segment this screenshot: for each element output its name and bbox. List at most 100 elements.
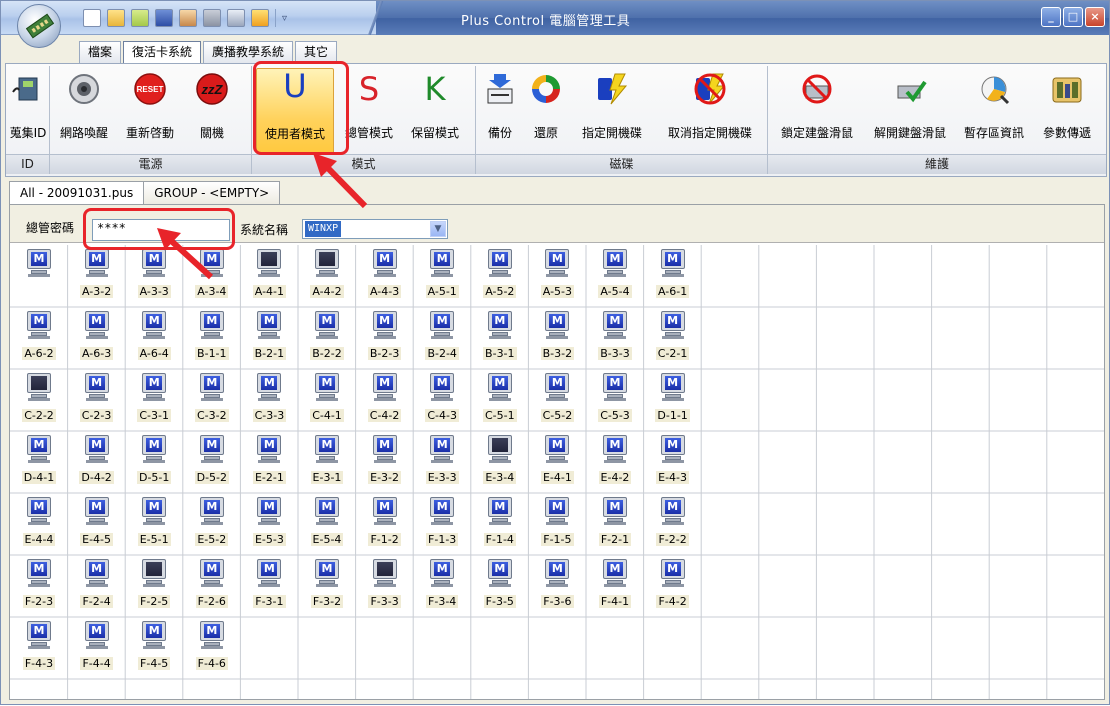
parameter-transfer-button[interactable]: 參數傳遞 (1034, 72, 1100, 150)
computer-item[interactable]: M F-4-5 (125, 617, 183, 679)
minimize-button[interactable]: _ (1041, 7, 1061, 27)
new-icon[interactable] (83, 9, 101, 27)
computer-item[interactable]: M E-4-4 (10, 493, 68, 555)
tab-group[interactable]: GROUP - <EMPTY> (143, 181, 281, 205)
computer-item[interactable]: M E-5-3 (240, 493, 298, 555)
computer-item[interactable]: M F-2-2 (644, 493, 702, 555)
computer-item[interactable]: M A-6-2 (10, 307, 68, 369)
computer-item[interactable]: M F-4-4 (68, 617, 126, 679)
computer-item[interactable]: M (10, 245, 68, 307)
computer-item[interactable]: M E-2-1 (240, 431, 298, 493)
computer-item[interactable]: M C-2-1 (644, 307, 702, 369)
app-menu-orb[interactable] (17, 4, 61, 48)
computer-item[interactable]: M D-4-1 (10, 431, 68, 493)
wake-on-lan-button[interactable]: 網路喚醒 (52, 72, 116, 150)
computer-item[interactable]: M E-3-4 (471, 431, 529, 493)
restore-button[interactable]: 還原 (526, 72, 566, 150)
computer-item[interactable]: M E-5-4 (298, 493, 356, 555)
computer-item[interactable]: M F-1-5 (528, 493, 586, 555)
user-icon[interactable] (179, 9, 197, 27)
computer-item[interactable]: M E-3-3 (413, 431, 471, 493)
computer-item[interactable]: M B-2-4 (413, 307, 471, 369)
computer-item[interactable]: M C-3-3 (240, 369, 298, 431)
computer-item[interactable]: M D-5-1 (125, 431, 183, 493)
computer-item[interactable]: M F-1-4 (471, 493, 529, 555)
computer-item[interactable]: M A-5-1 (413, 245, 471, 307)
system-name-select[interactable]: WINXP ▼ (302, 219, 448, 239)
computer-item[interactable]: M A-5-3 (528, 245, 586, 307)
open-icon[interactable] (107, 9, 125, 27)
computer-item[interactable]: M F-4-1 (586, 555, 644, 617)
computer-item[interactable]: M C-5-1 (471, 369, 529, 431)
flag-icon[interactable] (251, 9, 269, 27)
computer-item[interactable]: M E-4-1 (528, 431, 586, 493)
computer-item[interactable]: M C-4-1 (298, 369, 356, 431)
stop-icon[interactable] (203, 9, 221, 27)
backup-button[interactable]: 備份 (480, 72, 520, 150)
computer-item[interactable]: M F-2-4 (68, 555, 126, 617)
computer-item[interactable]: M F-3-2 (298, 555, 356, 617)
chevron-down-icon[interactable]: ▼ (430, 221, 446, 237)
computer-item[interactable]: M A-5-2 (471, 245, 529, 307)
computer-item[interactable]: M C-3-2 (183, 369, 241, 431)
computer-item[interactable]: M E-5-2 (183, 493, 241, 555)
computer-item[interactable]: M B-1-1 (183, 307, 241, 369)
maximize-button[interactable]: □ (1063, 7, 1083, 27)
computer-item[interactable]: M F-2-5 (125, 555, 183, 617)
computer-item[interactable]: M F-3-1 (240, 555, 298, 617)
computer-item[interactable]: M E-4-3 (644, 431, 702, 493)
tab-file[interactable]: 檔案 (79, 41, 122, 63)
computer-item[interactable]: M A-4-1 (240, 245, 298, 307)
computer-item[interactable]: M C-5-2 (528, 369, 586, 431)
computer-item[interactable]: M F-2-1 (586, 493, 644, 555)
tab-broadcast-teaching[interactable]: 廣播教學系統 (203, 41, 294, 63)
title-bar[interactable]: ▿ Plus Control 電腦管理工具 _ □ × (1, 1, 1109, 35)
computer-item[interactable]: M F-3-6 (528, 555, 586, 617)
computer-item[interactable]: M A-4-2 (298, 245, 356, 307)
computer-item[interactable]: M F-1-2 (356, 493, 414, 555)
computer-item[interactable]: M D-1-1 (644, 369, 702, 431)
computer-item[interactable]: M B-2-3 (356, 307, 414, 369)
save-icon[interactable] (155, 9, 173, 27)
reserve-mode-button[interactable]: K 保留模式 (402, 72, 468, 150)
computer-item[interactable]: M F-3-4 (413, 555, 471, 617)
close-button[interactable]: × (1085, 7, 1105, 27)
computer-item[interactable]: M E-5-1 (125, 493, 183, 555)
collect-id-button[interactable]: 蒐集ID (8, 72, 48, 150)
computer-item[interactable]: M B-2-1 (240, 307, 298, 369)
tab-recovery-card[interactable]: 復活卡系統 (123, 41, 202, 65)
computer-item[interactable]: M F-4-6 (183, 617, 241, 679)
cancel-boot-disk-button[interactable]: 取消指定開機碟 (658, 72, 762, 150)
computer-item[interactable]: M A-4-3 (356, 245, 414, 307)
computer-item[interactable]: M C-4-3 (413, 369, 471, 431)
computer-item[interactable]: M F-2-6 (183, 555, 241, 617)
computer-item[interactable]: M B-3-2 (528, 307, 586, 369)
unlock-keyboard-mouse-button[interactable]: 解開鍵盤滑鼠 (864, 72, 956, 150)
computer-item[interactable]: M C-2-3 (68, 369, 126, 431)
settings-icon[interactable] (227, 9, 245, 27)
computer-item[interactable]: M E-4-5 (68, 493, 126, 555)
set-boot-disk-button[interactable]: 指定開機碟 (572, 72, 652, 150)
lock-keyboard-mouse-button[interactable]: 鎖定建盤滑鼠 (772, 72, 862, 150)
computer-item[interactable]: M D-5-2 (183, 431, 241, 493)
computer-item[interactable]: M F-1-3 (413, 493, 471, 555)
computer-item[interactable]: M B-3-1 (471, 307, 529, 369)
computer-item[interactable]: M F-4-2 (644, 555, 702, 617)
computer-item[interactable]: M C-4-2 (356, 369, 414, 431)
computer-item[interactable]: M C-5-3 (586, 369, 644, 431)
computer-item[interactable]: M E-3-2 (356, 431, 414, 493)
computer-item[interactable]: M C-3-1 (125, 369, 183, 431)
computer-item[interactable]: M B-2-2 (298, 307, 356, 369)
computer-item[interactable]: M D-4-2 (68, 431, 126, 493)
computer-item[interactable]: M F-3-5 (471, 555, 529, 617)
restart-button[interactable]: RESET 重新啓動 (118, 72, 182, 150)
computer-item[interactable]: M C-2-2 (10, 369, 68, 431)
computer-item[interactable]: M E-4-2 (586, 431, 644, 493)
computer-item[interactable]: M A-3-4 (183, 245, 241, 307)
computer-item[interactable]: M A-3-2 (68, 245, 126, 307)
computer-item[interactable]: M A-3-3 (125, 245, 183, 307)
tab-other[interactable]: 其它 (295, 41, 338, 63)
shutdown-button[interactable]: zzZ 關機 (190, 72, 234, 150)
computer-item[interactable]: M A-6-1 (644, 245, 702, 307)
computer-item[interactable]: M B-3-3 (586, 307, 644, 369)
